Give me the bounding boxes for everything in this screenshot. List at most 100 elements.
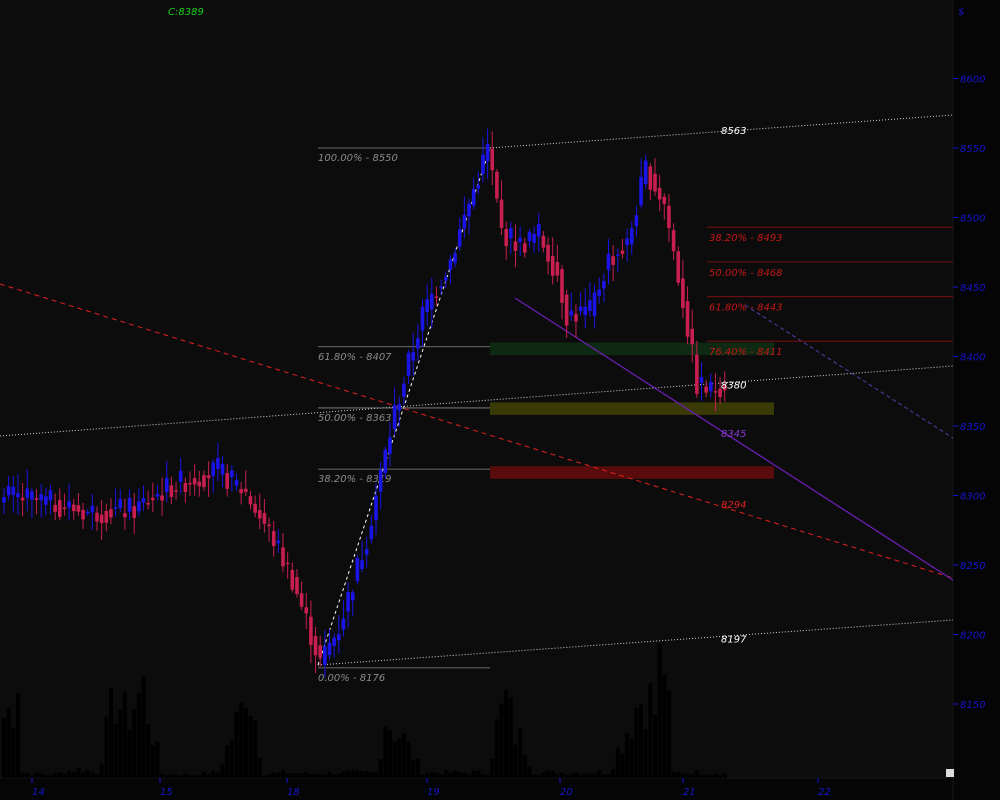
volume-bar — [555, 774, 560, 778]
candle-body — [85, 511, 90, 514]
candle-body — [625, 238, 629, 246]
time-tick-label: 19 — [427, 787, 440, 798]
candle-body — [169, 485, 174, 497]
candle-body — [634, 215, 639, 227]
volume-bar — [490, 759, 495, 778]
candle-body — [509, 227, 513, 239]
volume-bar — [318, 774, 323, 778]
volume-bar — [662, 674, 667, 778]
candle-body — [541, 235, 546, 248]
volume-bar — [183, 773, 188, 778]
candle-body — [569, 310, 574, 316]
candle-body — [76, 505, 81, 512]
candle-body — [99, 514, 104, 524]
volume-bar — [453, 770, 458, 778]
candle-body — [25, 488, 30, 498]
volume-bar — [308, 773, 313, 778]
volume-bar — [211, 771, 216, 778]
candle-body — [690, 328, 694, 345]
candle-body — [234, 480, 239, 486]
volume-bar — [25, 772, 30, 778]
candle-body — [662, 196, 667, 204]
axis-marker: $ — [958, 7, 964, 18]
candle-body — [244, 488, 248, 492]
candle-body — [188, 482, 192, 485]
volume-bar — [364, 771, 369, 778]
fib-retracement-label: 0.00% - 8176 — [318, 673, 385, 684]
candle-body — [16, 493, 20, 498]
candle-body — [123, 513, 127, 518]
volume-bar — [704, 774, 709, 778]
candle-body — [295, 577, 299, 595]
candle-body — [341, 618, 346, 630]
volume-bar — [387, 730, 392, 778]
volume-bar — [281, 770, 285, 778]
candle-body — [6, 486, 11, 496]
volume-bar — [122, 692, 127, 778]
candle-body — [2, 497, 6, 503]
candle-body — [416, 338, 420, 349]
candle-body — [71, 504, 76, 512]
volume-bar — [680, 773, 685, 778]
candle-body — [639, 176, 643, 206]
candle-body — [439, 286, 443, 289]
candle-body — [713, 391, 718, 393]
candle-body — [160, 495, 164, 501]
candle-body — [323, 646, 327, 666]
volume-bar — [722, 773, 727, 778]
candle-body — [657, 187, 662, 200]
volume-bar — [476, 770, 481, 778]
price-tick-label: 8200 — [960, 631, 985, 642]
candle-body — [313, 636, 318, 656]
volume-bar — [560, 772, 564, 778]
candle-body — [588, 300, 592, 312]
volume-bar — [71, 771, 76, 778]
candle-body — [332, 637, 336, 646]
candle-body — [616, 254, 620, 256]
volume-bar — [62, 774, 67, 778]
candle-body — [44, 496, 48, 505]
volume-bar — [625, 732, 630, 778]
price-level-label: 8380 — [721, 380, 746, 391]
volume-bar — [192, 774, 197, 778]
volume-bar — [95, 774, 99, 778]
volume-bar — [39, 773, 44, 778]
volume-bar — [513, 744, 518, 778]
candle-body — [113, 507, 118, 509]
candle-body — [699, 377, 704, 383]
volume-bar — [639, 704, 644, 778]
candle-body — [513, 241, 518, 251]
candle-body — [420, 306, 425, 331]
candle-body — [602, 281, 606, 289]
candle-body — [197, 481, 202, 487]
volume-bar — [420, 774, 425, 778]
candle-body — [392, 405, 397, 430]
candle-body — [34, 498, 39, 500]
price-level-label: 8345 — [721, 429, 746, 440]
volume-bar — [346, 770, 351, 778]
candle-body — [350, 592, 355, 601]
volume-bar — [411, 760, 416, 778]
candle-body — [462, 214, 467, 229]
candle-body — [611, 256, 615, 265]
candle-body — [495, 171, 499, 199]
candle-body — [499, 199, 504, 228]
volume-bar — [248, 716, 253, 778]
volume-bar — [146, 724, 151, 778]
candle-body — [67, 501, 71, 508]
candle-body — [518, 237, 522, 243]
volume-bar — [239, 702, 244, 778]
price-tick-label: 8250 — [960, 561, 985, 572]
candle-body — [337, 634, 341, 641]
resize-handle-icon[interactable] — [946, 769, 954, 777]
volume-bar — [164, 774, 169, 778]
volume-bar — [718, 775, 723, 778]
price-tick-label: 8600 — [960, 75, 985, 86]
candle-body — [434, 296, 439, 299]
volume-bar — [355, 770, 360, 778]
time-tick-label: 22 — [818, 787, 831, 798]
candle-body — [704, 386, 708, 393]
candle-body — [276, 540, 281, 544]
volume-bar — [322, 774, 327, 778]
volume-bar — [313, 773, 318, 778]
